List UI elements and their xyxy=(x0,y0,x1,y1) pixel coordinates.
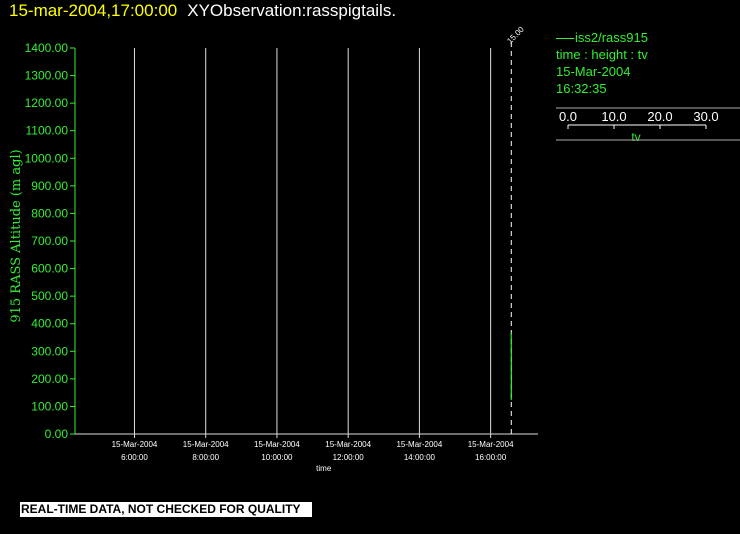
x-tick-time: 6:00:00 xyxy=(121,453,148,462)
legend-station: iss2/rass915 xyxy=(556,29,648,46)
y-tick-label: 1400.00 xyxy=(25,41,69,55)
x-tick-date: 15-Mar-2004 xyxy=(183,440,229,449)
legend-date: 15-Mar-2004 xyxy=(556,64,631,79)
quality-notice: REAL-TIME DATA, NOT CHECKED FOR QUALITY xyxy=(20,502,312,517)
legend-time: 16:32:35 xyxy=(556,81,607,96)
data-point xyxy=(510,342,512,344)
x-tick-date: 15-Mar-2004 xyxy=(468,440,514,449)
y-tick-label: 700.00 xyxy=(31,234,68,248)
y-tick-label: 1200.00 xyxy=(25,96,69,110)
x-axis-label: time xyxy=(316,464,332,473)
y-tick-label: 400.00 xyxy=(31,317,68,331)
y-tick-label: 100.00 xyxy=(31,399,68,413)
y-tick-label: 0.00 xyxy=(45,427,69,441)
data-point xyxy=(510,378,512,380)
data-point xyxy=(510,398,512,401)
y-tick-label: 500.00 xyxy=(31,289,68,303)
x-tick-time: 12:00:00 xyxy=(333,453,365,462)
x-tick-date: 15-Mar-2004 xyxy=(112,440,158,449)
data-point xyxy=(510,332,512,334)
legend-fields: time : height : tv xyxy=(556,47,648,62)
y-tick-label: 300.00 xyxy=(31,344,68,358)
legend-scale-label: tv xyxy=(631,130,640,144)
legend-scale-tick-label: 10.0 xyxy=(601,109,626,124)
legend-scale-tick-label: 20.0 xyxy=(647,109,672,124)
x-tick-date: 15-Mar-2004 xyxy=(254,440,300,449)
x-tick-time: 8:00:00 xyxy=(192,453,219,462)
data-point xyxy=(510,350,512,352)
legend-scale-tick-label: 0.0 xyxy=(559,109,577,124)
y-tick-label: 1000.00 xyxy=(25,151,69,165)
time-marker-label: 15.00 xyxy=(505,25,526,46)
x-tick-date: 15-Mar-2004 xyxy=(325,440,371,449)
data-point xyxy=(510,364,512,366)
y-tick-label: 600.00 xyxy=(31,262,68,276)
y-tick-label: 1300.00 xyxy=(25,69,69,83)
legend-scale-tick-label: 30.0 xyxy=(693,109,718,124)
y-tick-label: 800.00 xyxy=(31,206,68,220)
y-axis-label: 915 RASS Altitude (m agl) xyxy=(9,149,24,322)
y-tick-label: 200.00 xyxy=(31,372,68,386)
y-tick-label: 1100.00 xyxy=(26,124,69,138)
x-tick-time: 14:00:00 xyxy=(404,453,436,462)
legend: iss2/rass915 time : height : tv 15-Mar-2… xyxy=(556,29,648,97)
x-tick-time: 16:00:00 xyxy=(475,453,507,462)
x-tick-time: 10:00:00 xyxy=(261,453,293,462)
data-point xyxy=(510,389,512,391)
y-tick-label: 900.00 xyxy=(31,179,68,193)
x-tick-date: 15-Mar-2004 xyxy=(396,440,442,449)
